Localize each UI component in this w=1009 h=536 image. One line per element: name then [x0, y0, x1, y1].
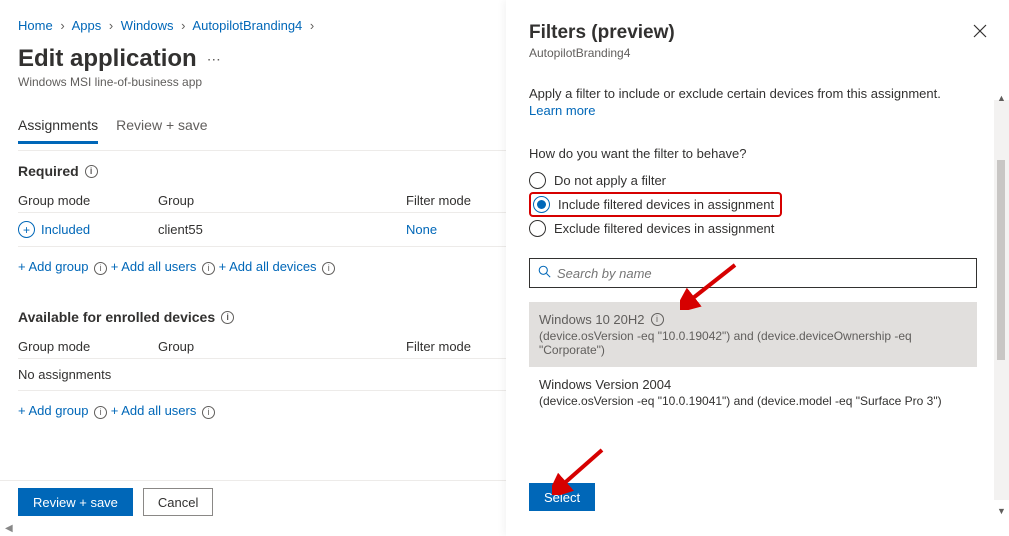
- page-title: Edit application: [18, 45, 197, 73]
- add-group-link[interactable]: + Add group: [18, 403, 88, 418]
- filter-rule: (device.osVersion -eq "10.0.19041") and …: [539, 394, 967, 408]
- learn-more-link[interactable]: Learn more: [529, 103, 595, 118]
- col-group-mode: Group mode: [18, 339, 158, 354]
- more-menu-icon[interactable]: ⋯: [207, 51, 223, 68]
- radio-label: Include filtered devices in assignment: [558, 197, 774, 212]
- info-icon[interactable]: i: [221, 311, 234, 324]
- radio-label: Exclude filtered devices in assignment: [554, 221, 774, 236]
- info-icon[interactable]: i: [322, 262, 335, 275]
- radio-label: Do not apply a filter: [554, 173, 666, 188]
- required-actions: + Add group i + Add all users i + Add al…: [18, 247, 506, 297]
- tab-bar: Assignments Review + save: [18, 111, 506, 144]
- search-icon: [538, 265, 551, 281]
- radio-exclude[interactable]: Exclude filtered devices in assignment: [529, 217, 977, 240]
- filter-item-selected[interactable]: Windows 10 20H2 i (device.osVersion -eq …: [529, 302, 977, 367]
- review-save-button[interactable]: Review + save: [18, 488, 133, 516]
- scroll-left-icon[interactable]: ◀: [5, 523, 13, 534]
- filter-rule: (device.osVersion -eq "10.0.19042") and …: [539, 329, 967, 357]
- filter-item[interactable]: Windows Version 2004 (device.osVersion -…: [529, 367, 977, 418]
- required-grid-header: Group mode Group Filter mode: [18, 187, 506, 212]
- panel-subtitle: AutopilotBranding4: [529, 46, 987, 60]
- col-group: Group: [158, 339, 406, 354]
- filters-panel: Filters (preview) AutopilotBranding4 App…: [506, 0, 1009, 536]
- cancel-button[interactable]: Cancel: [143, 488, 213, 516]
- col-group: Group: [158, 193, 406, 208]
- page-subtitle: Windows MSI line-of-business app: [18, 75, 506, 89]
- chevron-right-icon: ›: [310, 18, 314, 33]
- add-all-users-link[interactable]: + Add all users: [111, 259, 197, 274]
- col-filter-mode: Filter mode: [406, 339, 506, 354]
- radio-icon: [533, 196, 550, 213]
- add-all-users-link[interactable]: + Add all users: [111, 403, 197, 418]
- chevron-right-icon: ›: [60, 18, 64, 33]
- info-icon[interactable]: i: [94, 406, 107, 419]
- radio-icon: [529, 220, 546, 237]
- radio-include[interactable]: Include filtered devices in assignment: [529, 192, 782, 217]
- filter-list: Windows 10 20H2 i (device.osVersion -eq …: [529, 302, 977, 418]
- chevron-right-icon: ›: [109, 18, 113, 33]
- no-assignments-text: No assignments: [18, 358, 506, 391]
- info-icon[interactable]: i: [202, 262, 215, 275]
- breadcrumb: Home › Apps › Windows › AutopilotBrandin…: [18, 18, 506, 33]
- chevron-right-icon: ›: [181, 18, 185, 33]
- panel-title: Filters (preview): [529, 22, 987, 44]
- included-badge[interactable]: + Included: [18, 221, 158, 238]
- tab-review[interactable]: Review + save: [116, 111, 207, 144]
- crumb-apps[interactable]: Apps: [72, 18, 102, 33]
- radio-do-not-apply[interactable]: Do not apply a filter: [529, 169, 977, 192]
- radio-icon: [529, 172, 546, 189]
- info-icon[interactable]: i: [85, 165, 98, 178]
- crumb-app[interactable]: AutopilotBranding4: [192, 18, 302, 33]
- footer-bar: Review + save Cancel: [18, 488, 213, 516]
- plus-circle-icon: +: [18, 221, 35, 238]
- crumb-home[interactable]: Home: [18, 18, 53, 33]
- info-icon[interactable]: i: [651, 313, 664, 326]
- radio-question: How do you want the filter to behave?: [529, 146, 977, 161]
- tab-assignments[interactable]: Assignments: [18, 111, 98, 144]
- filter-mode-link[interactable]: None: [406, 222, 506, 237]
- available-actions: + Add group i + Add all users i: [18, 391, 506, 441]
- radio-group: How do you want the filter to behave? Do…: [529, 146, 977, 240]
- col-filter-mode: Filter mode: [406, 193, 506, 208]
- search-input[interactable]: [529, 258, 977, 288]
- search-field[interactable]: [557, 266, 968, 281]
- info-icon[interactable]: i: [202, 406, 215, 419]
- scroll-up-icon[interactable]: ▲: [996, 92, 1007, 103]
- crumb-windows[interactable]: Windows: [121, 18, 174, 33]
- required-heading: Required i: [18, 151, 506, 187]
- available-grid-header: Group mode Group Filter mode: [18, 333, 506, 358]
- close-icon[interactable]: [973, 24, 987, 41]
- add-all-devices-link[interactable]: + Add all devices: [219, 259, 317, 274]
- divider: [0, 480, 506, 481]
- filter-name: Windows 10 20H2: [539, 312, 645, 327]
- available-heading: Available for enrolled devices i: [18, 297, 506, 333]
- add-group-link[interactable]: + Add group: [18, 259, 88, 274]
- select-button[interactable]: Select: [529, 483, 595, 511]
- info-icon[interactable]: i: [94, 262, 107, 275]
- panel-description: Apply a filter to include or exclude cer…: [529, 86, 987, 101]
- scrollbar-thumb[interactable]: [997, 160, 1005, 360]
- scroll-down-icon[interactable]: ▼: [996, 505, 1007, 516]
- group-cell: client55: [158, 222, 406, 237]
- filter-name: Windows Version 2004: [539, 377, 671, 392]
- table-row: + Included client55 None: [18, 212, 506, 247]
- col-group-mode: Group mode: [18, 193, 158, 208]
